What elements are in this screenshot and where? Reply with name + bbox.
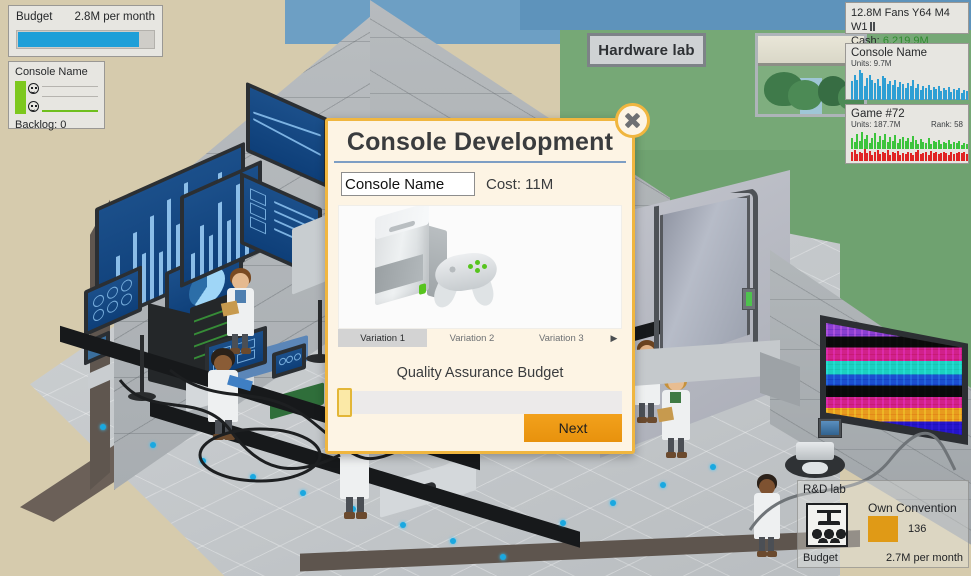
qa-budget-slider[interactable] <box>337 388 622 417</box>
scientist-character <box>752 474 782 558</box>
conveyor-light <box>200 458 206 464</box>
budget-slider[interactable] <box>16 30 155 49</box>
pole-base <box>128 392 156 401</box>
variation-next-arrow-icon[interactable]: ▶ <box>606 329 622 347</box>
pause-icon[interactable] <box>869 22 875 31</box>
conveyor-light <box>400 522 406 528</box>
console-preview <box>338 205 622 329</box>
variation-tab-3[interactable]: Variation 3 <box>517 329 606 347</box>
room-sign-hardware-lab: Hardware lab <box>587 33 706 67</box>
budget-label: Budget <box>16 11 53 23</box>
conveyor-light <box>500 554 506 560</box>
own-convention-label: Own Convention <box>868 501 957 515</box>
convention-color-swatch[interactable] <box>868 516 898 542</box>
console-progress-bar <box>15 81 26 114</box>
conveyor-light <box>560 520 566 526</box>
conveyor-light <box>610 500 616 506</box>
display-gamepad <box>802 462 828 474</box>
conveyor-light <box>250 474 256 480</box>
bar-chart <box>851 131 968 161</box>
close-icon[interactable] <box>615 103 650 138</box>
variation-tabs: Variation 1 Variation 2 Variation 3 ▶ <box>338 329 622 347</box>
dialog-title: Console Development <box>346 128 614 156</box>
convention-count: 136 <box>908 523 927 535</box>
smiley-icon <box>28 83 39 94</box>
budget-value: 2.8M per month <box>74 11 155 23</box>
graph-units: Units: 187.7M <box>851 120 901 129</box>
variation-tab-2[interactable]: Variation 2 <box>427 329 516 347</box>
next-button[interactable]: Next <box>524 414 622 442</box>
cost-label: Cost: 11M <box>486 175 554 193</box>
pole <box>318 300 322 358</box>
console-status-panel[interactable]: Console Name Backlog: 0 <box>8 61 105 131</box>
rd-lab-panel[interactable]: R&D lab Own Convention 136 Budget 2.7M p… <box>797 480 969 568</box>
console-name-input[interactable] <box>341 172 475 196</box>
server-tower-back <box>292 215 326 295</box>
graph-title: Console Name <box>851 47 928 59</box>
console-status-title: Console Name <box>15 66 88 78</box>
display-console <box>796 442 834 460</box>
scientist-character <box>206 348 253 440</box>
conveyor-light <box>300 490 306 496</box>
graph-title: Game #72 <box>851 108 905 120</box>
scientist-character <box>220 268 256 354</box>
conveyor-light <box>710 464 716 470</box>
variation-tab-1[interactable]: Variation 1 <box>338 329 428 347</box>
conveyor-light <box>450 538 456 544</box>
console-development-dialog: Console Development Cost: 11M Variation … <box>325 103 650 454</box>
console-sales-graph-panel[interactable]: Console Name Units: 9.7M <box>845 43 969 100</box>
budget-panel[interactable]: Budget 2.8M per month <box>8 5 163 57</box>
conveyor-light <box>150 442 156 448</box>
game-sales-graph-panel[interactable]: Game #72 Units: 187.7M Rank: 58 <box>845 104 969 164</box>
qa-budget-slider-handle[interactable] <box>337 388 352 417</box>
elevator-call-panel <box>742 288 756 310</box>
backlog-label: Backlog: 0 <box>15 119 67 131</box>
rd-budget-value: 2.7M per month <box>885 552 963 564</box>
rd-lab-title: R&D lab <box>803 484 846 496</box>
smiley-icon <box>28 101 39 112</box>
fans-and-date: 12.8M Fans Y64 M4 W1 <box>851 7 950 33</box>
convention-icon <box>806 503 848 547</box>
stats-panel: 12.8M Fans Y64 M4 W1 Cash: 6,219.9M <box>845 2 969 47</box>
graph-units: Units: 9.7M <box>851 59 892 68</box>
qa-budget-label: Quality Assurance Budget <box>396 365 564 381</box>
graph-rank: Rank: 58 <box>930 120 963 129</box>
budget-slider-fill <box>18 32 139 47</box>
rd-budget-label: Budget <box>803 552 838 564</box>
conveyor-light <box>660 482 666 488</box>
clipboard <box>656 406 675 423</box>
pole <box>140 335 144 395</box>
wall-tv-small <box>818 418 842 438</box>
bar-chart <box>851 70 968 100</box>
conveyor-light <box>100 424 106 430</box>
